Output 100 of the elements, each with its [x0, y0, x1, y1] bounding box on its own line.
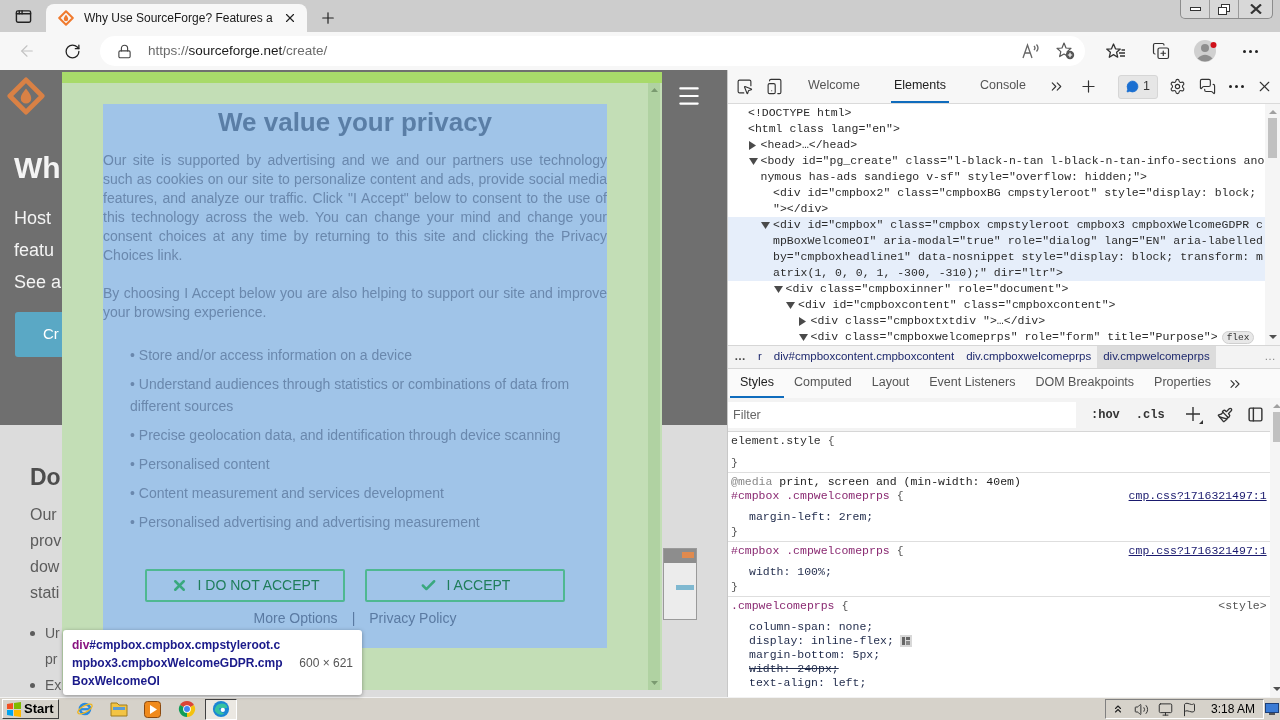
media-player-icon	[144, 700, 162, 718]
read-aloud-icon	[1022, 43, 1040, 59]
source-label: <style>	[1218, 599, 1267, 613]
element-size: 600 × 621	[299, 654, 353, 672]
browser-icon	[177, 700, 196, 718]
section-heading: Do	[30, 463, 61, 492]
collapse-triangle-icon[interactable]	[786, 301, 795, 309]
issues-button[interactable]: 1	[1118, 74, 1158, 99]
styles-pane-tab[interactable]: Computed	[784, 369, 862, 398]
toggle-button[interactable]: :hov	[1088, 403, 1123, 426]
layout-grid-icon[interactable]	[899, 635, 912, 647]
css-declaration[interactable]: width: 240px;	[749, 662, 839, 676]
purpose-item: • Personalised content	[130, 455, 271, 474]
dom-node[interactable]: <body id="pg_create" class="l-black-n-tan l-black-n-tan-info-sections anonymous has-ads sandiego v-sf" style="overflow: hidden;">	[728, 153, 1265, 185]
expand-triangle-icon[interactable]	[798, 316, 806, 326]
purpose-item: • Content measurement and services development	[130, 484, 445, 503]
chat-bubbles-icon	[1198, 78, 1216, 95]
css-selector: .cmpwelcomeprps {	[731, 599, 849, 613]
device-icon	[765, 78, 783, 95]
dom-node[interactable]: <div class="cmpboxwelcomeprps" role="form" title="Purpose"> flex	[728, 329, 1265, 345]
speaker-icon[interactable]	[1133, 701, 1149, 717]
message-icon	[1126, 80, 1140, 93]
dom-node[interactable]: <html class lang="en">	[728, 121, 1265, 137]
css-declaration[interactable]: column-span: none;	[749, 620, 874, 634]
scrollbar-thumb[interactable]	[1272, 412, 1280, 442]
styles-pane-tab[interactable]: Properties	[1144, 369, 1222, 398]
image-placeholder	[663, 548, 697, 620]
browser-tab[interactable]: Why Use SourceForge? Features a	[46, 4, 307, 32]
styles-pane-tab[interactable]: DOM Breakpoints	[1025, 369, 1145, 398]
url-text: https://sourceforge.net/create/	[148, 41, 328, 60]
tab-title: Why Use SourceForge? Features a	[84, 10, 273, 27]
browser-icon	[211, 700, 230, 718]
collapse-triangle-icon[interactable]	[761, 221, 770, 229]
dialog-title: We value your privacy	[216, 106, 494, 138]
logo-icon	[7, 77, 45, 115]
purpose-item: • Understand audiences through statistics or combinations of data from different sources	[130, 375, 571, 416]
expand-triangle-icon[interactable]	[748, 140, 756, 150]
breadcrumb-scroll-button[interactable]: …	[728, 346, 752, 368]
avatar-icon	[1193, 39, 1218, 63]
more-icon	[1243, 49, 1258, 53]
collapse-triangle-icon[interactable]	[798, 333, 808, 341]
hero-text: See a	[14, 271, 62, 294]
browser-icon	[75, 700, 94, 718]
collapse-triangle-icon[interactable]	[748, 157, 758, 165]
dom-node[interactable]: <div class="cmpboxtxtdiv ">…</div>	[728, 313, 1265, 329]
filter-field[interactable]: Filter	[728, 401, 1076, 428]
section-text: prov	[30, 531, 62, 551]
dom-node[interactable]: <!DOCTYPE html>	[728, 105, 1265, 121]
breadcrumb[interactable]: div.cmpwelcomeprps	[1097, 346, 1216, 368]
dom-node[interactable]: <div class="cmpboxinner" role="document">	[728, 281, 1265, 297]
collapse-triangle-icon[interactable]	[773, 285, 783, 293]
css-declaration[interactable]: display: inline-flex;	[749, 634, 894, 648]
taskbar-app-button[interactable]	[204, 698, 237, 720]
windows-flag-icon	[6, 701, 22, 717]
css-declaration[interactable]: width: 100%;	[749, 565, 832, 579]
site-logo-icon	[58, 10, 74, 26]
scrollbar-thumb[interactable]	[1268, 118, 1277, 158]
dom-node[interactable]: <div id="cmpbox2" class="cmpboxBG cmpstyleroot" style="display: block; "></div>	[728, 185, 1265, 217]
flag-icon[interactable]	[1181, 701, 1197, 717]
dom-node[interactable]: <head>…</head>	[728, 137, 1265, 153]
bullet-icon	[30, 682, 35, 688]
css-brace: }	[730, 579, 738, 594]
star-list-icon	[1105, 42, 1126, 60]
source-link[interactable]: cmp.css?1716321497:1	[1128, 544, 1267, 558]
scrollbar[interactable]	[1265, 104, 1280, 345]
styles-pane-tab[interactable]: Event Listeners	[919, 369, 1026, 398]
toggle-button[interactable]: .cls	[1132, 403, 1168, 426]
source-link[interactable]: cmp.css?1716321497:1	[1128, 489, 1267, 503]
scrollbar[interactable]	[1269, 398, 1280, 697]
monitor-icon[interactable]	[1157, 701, 1173, 717]
scrollbar[interactable]	[648, 83, 660, 690]
bullet-icon	[30, 630, 35, 636]
hero-text: Host	[14, 207, 52, 230]
devtools-tab[interactable]: Console	[977, 70, 1029, 103]
devtools-tab[interactable]: Elements	[890, 70, 949, 103]
more-icon	[1228, 85, 1244, 88]
dom-node[interactable]: <div id="cmpbox" class="cmpbox cmpstyleroot cmpbox3 cmpboxWelcomeGDPR cmpBoxWelcomeOI" aria-modal="true" role="dialog" lang="EN" aria-labelledby="cmpboxheadline1" data-nosnippet style="display: block; transform: matrix(1, 0, 0, 1, -300, -310);" dir="ltr">	[728, 217, 1265, 281]
scroll-up-arrow-icon	[650, 88, 658, 92]
section-text: Our	[30, 505, 58, 525]
styles-pane-tab[interactable]: Layout	[861, 369, 920, 398]
css-brace: }	[730, 455, 738, 470]
css-declaration[interactable]: margin-left: 2rem;	[749, 510, 874, 524]
purpose-item: • Precise geolocation data, and identification through device scanning	[130, 426, 562, 445]
breadcrumb[interactable]: r	[752, 346, 768, 368]
flex-badge[interactable]: flex	[1221, 330, 1255, 344]
breadcrumb[interactable]: div#cmpboxcontent.cmpboxcontent	[767, 346, 961, 368]
inspect-icon	[735, 78, 753, 95]
css-declaration[interactable]: text-align: left;	[749, 676, 867, 690]
css-declaration[interactable]: margin-bottom: 5px;	[749, 648, 881, 662]
restore-icon	[1218, 3, 1230, 15]
section-text: stati	[30, 583, 61, 603]
address-field[interactable]: https://sourceforge.net/create/	[100, 36, 1085, 66]
purpose-item: • Personalised advertising and advertising measurement	[130, 513, 481, 532]
devtools-tab[interactable]: Welcome	[805, 70, 863, 103]
breadcrumb[interactable]: div.cmpboxwelcomeprps	[960, 346, 1098, 368]
element-selector: div#cmpbox.cmpbox.cmpstyleroot.cmpbox3.cmpboxWelcomeGDPR.cmpBoxWelcomeOI	[72, 636, 284, 690]
folder-icon	[109, 701, 128, 717]
start-button[interactable]: Start	[2, 699, 59, 719]
dom-node[interactable]: <div id="cmpboxcontent" class="cmpboxcontent">	[728, 297, 1265, 313]
paintbrush-icon	[1216, 406, 1233, 423]
